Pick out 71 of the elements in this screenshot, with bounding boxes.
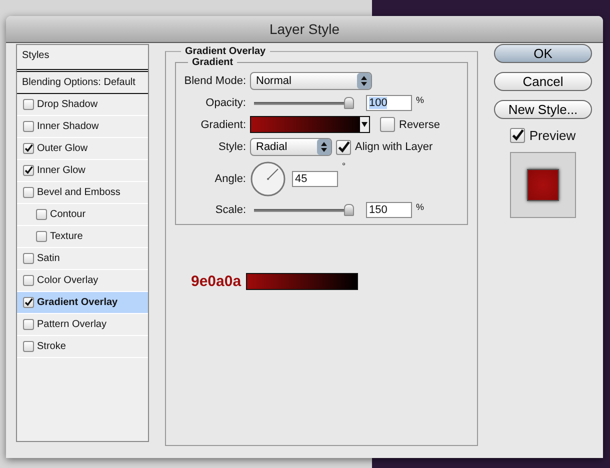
slider-thumb[interactable] [344,204,354,216]
checkbox[interactable] [23,143,34,154]
unit-label: ° [342,161,346,171]
style-label: Outer Glow [37,143,88,154]
style-item[interactable]: Pattern Overlay [17,314,148,336]
style-item[interactable]: Drop Shadow [17,94,148,116]
style-dropdown[interactable]: Radial [250,138,332,156]
field-label: Blend Mode: [183,75,246,87]
style-label: Contour [50,209,86,220]
gradient-picker[interactable] [250,116,370,133]
window-title: Layer Style [269,21,340,37]
field-label: Style: [217,141,246,153]
checkbox[interactable] [23,165,34,176]
group-title: Gradient [191,57,234,68]
style-item[interactable]: Stroke [17,336,148,358]
checkbox[interactable] [23,319,34,330]
checkbox[interactable] [23,187,34,198]
slider-thumb[interactable] [344,97,354,109]
angle-dial-icon[interactable] [250,161,286,197]
scale-field[interactable]: 150 [366,202,412,218]
style-label: Bevel and Emboss [37,187,120,198]
preview-swatch [527,169,559,201]
dialog-button[interactable]: OK [494,44,592,63]
field-label: Opacity: [204,97,246,109]
checkbox[interactable] [36,209,47,220]
style-item[interactable]: Bevel and Emboss [17,182,148,204]
checkbox[interactable] [23,275,34,286]
style-label: Color Overlay [37,275,98,286]
list-header: Styles [17,45,148,72]
checkbox-label: Align with Layer [355,141,433,153]
panel-title: Gradient Overlay [184,46,267,57]
checkbox[interactable] [23,121,34,132]
checkbox[interactable] [23,99,34,110]
checkbox-label: Reverse [399,118,440,130]
opacity-field[interactable]: 100 [366,95,412,111]
style-label: Stroke [37,341,66,352]
blending-options-item[interactable]: Blending Options: Default [17,72,148,94]
checkbox[interactable] [23,341,34,352]
angle-field[interactable]: 45 [292,171,338,187]
style-item[interactable]: Outer Glow [17,138,148,160]
stepper-arrows-icon [317,139,331,155]
style-label: Satin [37,253,60,264]
blend-mode-dropdown[interactable]: Normal [250,72,372,90]
style-label: Inner Shadow [37,121,99,132]
style-item[interactable]: Inner Shadow [17,116,148,138]
field-label: Gradient: [200,118,246,130]
color-code: 9e0a0a [191,273,242,290]
style-label: Drop Shadow [37,99,98,110]
checkbox[interactable] [23,297,34,308]
style-label: Gradient Overlay [37,297,118,308]
stepper-arrows-icon [357,73,371,89]
field-label: Angle: [214,173,246,185]
style-item[interactable]: Texture [17,226,148,248]
style-label: Pattern Overlay [37,319,106,330]
dialog-button[interactable]: New Style... [494,100,592,119]
style-item[interactable]: Inner Glow [17,160,148,182]
style-item[interactable]: Gradient Overlay [17,292,148,314]
checkbox[interactable] [510,128,526,143]
checkbox[interactable] [380,117,395,132]
checkbox[interactable] [23,253,34,264]
style-label: Inner Glow [37,165,86,176]
style-item[interactable]: Satin [17,248,148,270]
checkbox-label: Preview [529,128,576,143]
style-item[interactable]: Contour [17,204,148,226]
dialog-button[interactable]: Cancel [494,72,592,91]
style-label: Texture [50,231,83,242]
checkbox[interactable] [336,140,351,154]
field-label: Scale: [214,204,246,216]
checkbox[interactable] [36,231,47,242]
unit-label: % [416,95,424,105]
unit-label: % [416,202,424,212]
